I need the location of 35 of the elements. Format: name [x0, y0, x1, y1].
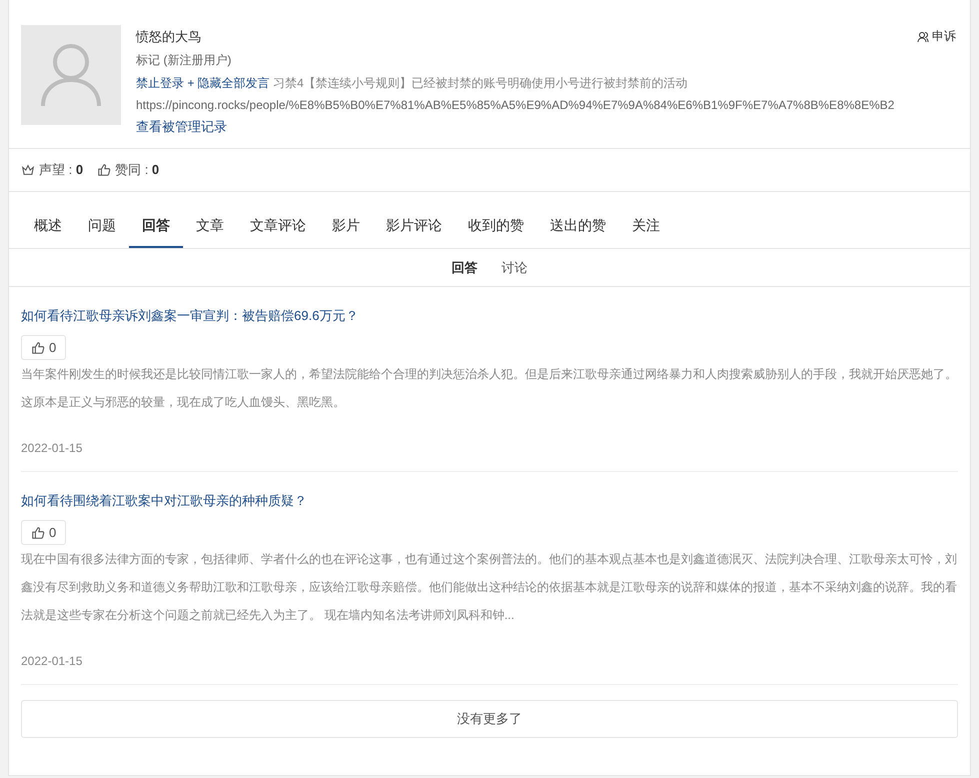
answer-text: 当年案件刚发生的时候我还是比较同情江歌一家人的，希望法院能给个合理的判决惩治杀人犯。但是后来江歌母亲通过网络暴力和人肉搜索威胁别人的手段，我就开始厌恶她了。这原本是正义与邪恶的较量，现在成了吃人血馒头、黑吃黑。 — [21, 366, 958, 411]
appeal-button[interactable]: 申诉 — [917, 28, 956, 45]
thumbs-up-icon — [31, 340, 45, 354]
sub-tab[interactable]: 回答 — [452, 259, 478, 277]
user-silhouette-icon — [40, 42, 102, 108]
user-name: 愤怒的大鸟 — [136, 28, 202, 46]
question-link[interactable]: 如何看待江歌母亲诉刘鑫案一审宣判：被告赔偿69.6万元？ — [21, 307, 958, 325]
profile-tab[interactable]: 送出的赞 — [537, 192, 619, 248]
sub-tab[interactable]: 讨论 — [502, 259, 528, 277]
profile-tab[interactable]: 影片 — [319, 192, 373, 248]
user-icon — [917, 30, 929, 42]
profile-tab[interactable]: 问题 — [75, 192, 129, 248]
thumbs-up-icon — [97, 163, 112, 177]
no-more-notice: 没有更多了 — [21, 700, 958, 738]
profile-tab[interactable]: 文章 — [183, 192, 237, 248]
profile-tab[interactable]: 影片评论 — [373, 192, 455, 248]
answer-date: 2022-01-15 — [21, 440, 84, 455]
management-log-link[interactable]: 查看被管理记录 — [136, 118, 894, 136]
thumbs-up-icon — [31, 526, 45, 540]
vote-button[interactable]: 0 — [21, 335, 66, 360]
answer-date: 2022-01-15 — [21, 653, 84, 668]
crown-icon — [21, 163, 35, 177]
user-tag: 标记 (新注册用户) — [136, 52, 894, 69]
answer-text: 现在中国有很多法律方面的专家，包括律师、学者什么的也在评论这事，也有通过这个案例普法的。他们的基本观点基本也是刘鑫道德泯灭、法院判决合理、江歌母亲太可怜，刘鑫没有尽到救助义务和道德义务帮助江歌和江歌母亲，应该给江歌母亲赔偿。他们能做出这种结论的依据基本就是江歌母亲的说辞和媒体的报道，基本不采纳刘鑫的说辞。我的看法就是这些专家在分析这个问题之前就已经先入为主了。 现在墙内知名法考讲师刘凤科和钟... — [21, 551, 958, 624]
question-link[interactable]: 如何看待围绕着江歌案中对江歌母亲的种种质疑？ — [21, 492, 958, 510]
profile-url: https://pincong.rocks/people/%E8%B5%B0%E7%81%AB%E5%85%A5%E9%AD%94%E7%9A%84%E6%B1%9F%E7%A7%8B%E8%8E%B2 — [136, 98, 894, 112]
stat-item: 赞同 : 0 — [97, 161, 160, 179]
profile-tab[interactable]: 回答 — [129, 192, 183, 248]
profile-tab[interactable]: 关注 — [619, 192, 673, 248]
stat-item: 声望 : 0 — [21, 161, 84, 179]
profile-tab[interactable]: 概述 — [21, 192, 75, 248]
ban-notice: 禁止登录 + 隐藏全部发言 习禁4【禁连续小号规则】已经被封禁的账号明确使用小号进行被封禁前的活动 — [136, 75, 689, 92]
vote-button[interactable]: 0 — [21, 520, 66, 545]
profile-tab[interactable]: 收到的赞 — [455, 192, 537, 248]
profile-tab[interactable]: 文章评论 — [237, 192, 319, 248]
